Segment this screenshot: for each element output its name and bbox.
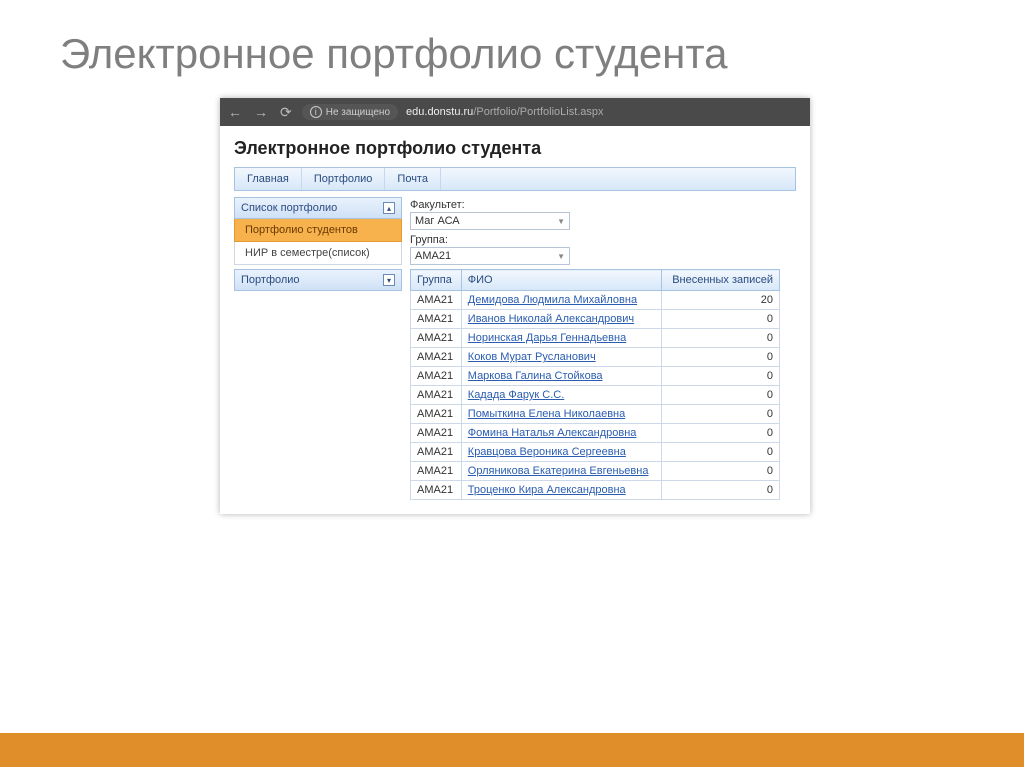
cell-group: АМА21 — [411, 367, 462, 386]
table-row: АМА21 Демидова Людмила Михайловна 20 — [411, 291, 780, 310]
sidebar-header2-label: Портфолио — [241, 274, 300, 286]
cell-count: 0 — [662, 386, 780, 405]
sidebar-header-portfolio[interactable]: Портфолио ▾ — [234, 269, 402, 291]
cell-count: 0 — [662, 367, 780, 386]
cell-group: АМА21 — [411, 405, 462, 424]
student-link[interactable]: Помыткина Елена Николаевна — [468, 408, 625, 420]
sidebar: Список портфолио ▴ Портфолио студентов Н… — [234, 197, 402, 291]
chevron-down-icon[interactable]: ▾ — [383, 274, 395, 286]
browser-screenshot: ← → ⟳ i Не защищено edu.donstu.ru/Portfo… — [220, 98, 810, 514]
cell-fio: Кравцова Вероника Сергеевна — [461, 443, 661, 462]
col-group[interactable]: Группа — [411, 270, 462, 291]
col-count[interactable]: Внесенных записей — [662, 270, 780, 291]
cell-count: 0 — [662, 443, 780, 462]
sidebar-header-list[interactable]: Список портфолио ▴ — [234, 197, 402, 219]
group-label: Группа: — [410, 234, 796, 246]
dropdown-icon: ▼ — [557, 217, 565, 226]
student-link[interactable]: Фомина Наталья Александровна — [468, 427, 637, 439]
browser-address-bar: ← → ⟳ i Не защищено edu.donstu.ru/Portfo… — [220, 98, 810, 126]
table-row: АМА21 Орляникова Екатерина Евгеньевна 0 — [411, 462, 780, 481]
cell-group: АМА21 — [411, 291, 462, 310]
table-row: АМА21 Коков Мурат Русланович 0 — [411, 348, 780, 367]
cell-fio: Фомина Наталья Александровна — [461, 424, 661, 443]
student-link[interactable]: Демидова Людмила Михайловна — [468, 294, 637, 306]
student-link[interactable]: Орляникова Екатерина Евгеньевна — [468, 465, 649, 477]
cell-fio: Иванов Николай Александрович — [461, 310, 661, 329]
cell-count: 0 — [662, 348, 780, 367]
menu-home[interactable]: Главная — [235, 168, 302, 190]
col-fio[interactable]: ФИО — [461, 270, 661, 291]
chevron-up-icon[interactable]: ▴ — [383, 202, 395, 214]
info-icon: i — [310, 106, 322, 118]
cell-count: 20 — [662, 291, 780, 310]
cell-fio: Помыткина Елена Николаевна — [461, 405, 661, 424]
table-row: АМА21 Иванов Николай Александрович 0 — [411, 310, 780, 329]
cell-group: АМА21 — [411, 443, 462, 462]
cell-group: АМА21 — [411, 424, 462, 443]
student-link[interactable]: Кадада Фарук С.С. — [468, 389, 565, 401]
cell-group: АМА21 — [411, 348, 462, 367]
student-link[interactable]: Маркова Галина Стойкова — [468, 370, 603, 382]
cell-count: 0 — [662, 310, 780, 329]
student-link[interactable]: Троценко Кира Александровна — [468, 484, 626, 496]
table-row: АМА21 Фомина Наталья Александровна 0 — [411, 424, 780, 443]
sidebar-header-label: Список портфолио — [241, 202, 337, 214]
cell-count: 0 — [662, 405, 780, 424]
faculty-value: Маг АСА — [415, 215, 460, 227]
table-row: АМА21 Кравцова Вероника Сергеевна 0 — [411, 443, 780, 462]
student-link[interactable]: Иванов Николай Александрович — [468, 313, 634, 325]
student-link[interactable]: Коков Мурат Русланович — [468, 351, 596, 363]
table-row: АМА21 Кадада Фарук С.С. 0 — [411, 386, 780, 405]
back-icon[interactable]: ← — [226, 104, 244, 120]
cell-fio: Кадада Фарук С.С. — [461, 386, 661, 405]
cell-fio: Маркова Галина Стойкова — [461, 367, 661, 386]
student-link[interactable]: Норинская Дарья Геннадьевна — [468, 332, 626, 344]
slide-title: Электронное портфолио студента — [0, 0, 1024, 88]
table-row: АМА21 Маркова Галина Стойкова 0 — [411, 367, 780, 386]
faculty-select[interactable]: Маг АСА ▼ — [410, 212, 570, 230]
top-menu: Главная Портфолио Почта — [234, 167, 796, 191]
cell-group: АМА21 — [411, 462, 462, 481]
dropdown-icon: ▼ — [557, 252, 565, 261]
forward-icon[interactable]: → — [252, 104, 270, 120]
group-select[interactable]: АМА21 ▼ — [410, 247, 570, 265]
page-heading: Электронное портфолио студента — [234, 138, 796, 159]
student-link[interactable]: Кравцова Вероника Сергеевна — [468, 446, 626, 458]
table-row: АМА21 Троценко Кира Александровна 0 — [411, 481, 780, 500]
cell-fio: Орляникова Екатерина Евгеньевна — [461, 462, 661, 481]
url-display[interactable]: edu.donstu.ru/Portfolio/PortfolioList.as… — [406, 106, 604, 118]
table-row: АМА21 Норинская Дарья Геннадьевна 0 — [411, 329, 780, 348]
cell-count: 0 — [662, 424, 780, 443]
cell-count: 0 — [662, 329, 780, 348]
cell-group: АМА21 — [411, 386, 462, 405]
students-table: Группа ФИО Внесенных записей АМА21 Демидо… — [410, 269, 780, 500]
cell-fio: Норинская Дарья Геннадьевна — [461, 329, 661, 348]
page-content: Электронное портфолио студента Главная П… — [220, 126, 810, 514]
cell-fio: Коков Мурат Русланович — [461, 348, 661, 367]
slide-footer-bar — [0, 733, 1024, 767]
security-label: Не защищено — [326, 107, 390, 118]
sidebar-item-students[interactable]: Портфолио студентов — [234, 219, 402, 242]
table-row: АМА21 Помыткина Елена Николаевна 0 — [411, 405, 780, 424]
sidebar-item-nir[interactable]: НИР в семестре(список) — [234, 242, 402, 265]
security-pill[interactable]: i Не защищено — [302, 104, 398, 120]
menu-mail[interactable]: Почта — [385, 168, 441, 190]
cell-count: 0 — [662, 481, 780, 500]
cell-fio: Демидова Людмила Михайловна — [461, 291, 661, 310]
menu-portfolio[interactable]: Портфолио — [302, 168, 386, 190]
cell-group: АМА21 — [411, 329, 462, 348]
reload-icon[interactable]: ⟳ — [278, 104, 294, 121]
cell-group: АМА21 — [411, 481, 462, 500]
group-value: АМА21 — [415, 250, 451, 262]
faculty-label: Факультет: — [410, 199, 796, 211]
cell-count: 0 — [662, 462, 780, 481]
main-content: Факультет: Маг АСА ▼ Группа: АМА21 ▼ Гру… — [410, 197, 796, 500]
cell-group: АМА21 — [411, 310, 462, 329]
cell-fio: Троценко Кира Александровна — [461, 481, 661, 500]
